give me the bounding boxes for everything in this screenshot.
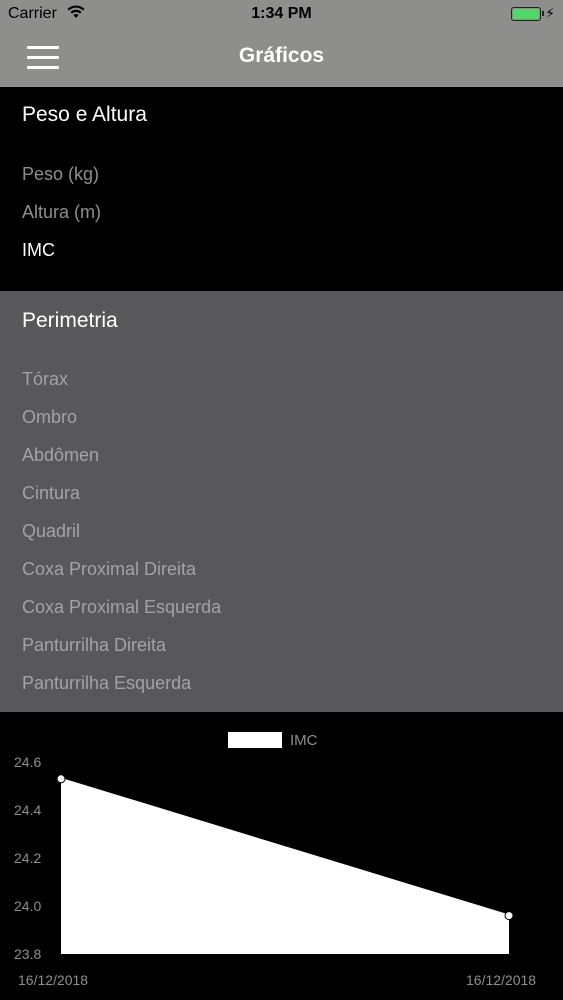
item-peso[interactable]: Peso (kg) <box>22 164 99 185</box>
section-peso-altura: Peso e Altura Peso (kg) Altura (m) IMC <box>0 87 563 291</box>
status-bar: Carrier 1:34 PM ⚡ <box>0 0 563 30</box>
page-title: Gráficos <box>238 44 325 67</box>
y-tick-label: 24.6 <box>14 754 41 770</box>
section-title-perimetria: Perimetria <box>22 309 118 332</box>
item-panturrilha-esquerda[interactable]: Panturrilha Esquerda <box>22 673 191 694</box>
item-altura[interactable]: Altura (m) <box>22 202 101 223</box>
data-point <box>504 911 514 921</box>
item-quadril[interactable]: Quadril <box>22 521 80 542</box>
y-tick-label: 24.2 <box>14 850 41 866</box>
navigation-bar: Gráficos <box>0 30 563 87</box>
y-tick-label: 23.8 <box>14 946 41 962</box>
y-tick-label: 24.0 <box>14 898 41 914</box>
item-ombro[interactable]: Ombro <box>22 407 77 428</box>
y-tick-label: 24.4 <box>14 802 41 818</box>
item-panturrilha-direita[interactable]: Panturrilha Direita <box>22 635 166 656</box>
section-title-peso-altura: Peso e Altura <box>22 103 147 126</box>
item-coxa-proximal-esquerda[interactable]: Coxa Proximal Esquerda <box>22 597 221 618</box>
imc-area <box>61 778 509 954</box>
x-tick-label: 16/12/2018 <box>18 972 88 988</box>
item-abdomen[interactable]: Abdômen <box>22 445 99 466</box>
chart-canvas: 24.6 24.4 24.2 24.0 23.8 16/12/2018 16/12/2018 <box>14 754 536 988</box>
item-imc[interactable]: IMC <box>22 240 55 261</box>
status-time: 1:34 PM <box>251 5 312 22</box>
charging-bolt-icon: ⚡ <box>545 5 555 21</box>
x-tick-label: 16/12/2018 <box>466 972 536 988</box>
section-perimetria: Perimetria Tórax Ombro Abdômen Cintura Q… <box>0 291 563 712</box>
item-torax[interactable]: Tórax <box>22 369 68 390</box>
imc-chart: IMC 24.6 24.4 24.2 24.0 23.8 16/12/2018 16/12/… <box>0 712 563 1000</box>
battery-icon <box>511 7 544 21</box>
data-point <box>56 774 66 784</box>
item-cintura[interactable]: Cintura <box>22 483 80 504</box>
item-coxa-proximal-direita[interactable]: Coxa Proximal Direita <box>22 559 196 580</box>
